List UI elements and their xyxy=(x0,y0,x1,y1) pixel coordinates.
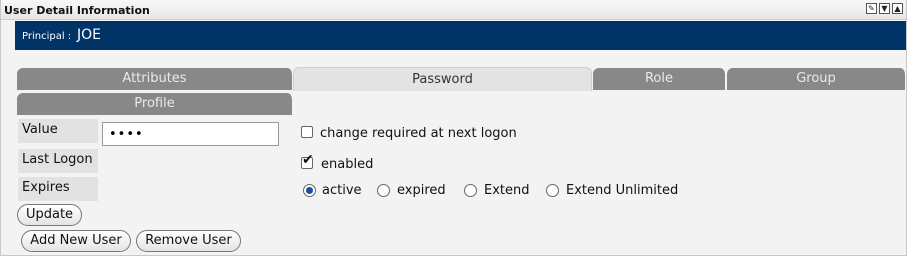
expires-label: Expires xyxy=(18,177,98,201)
update-button[interactable]: Update xyxy=(17,204,82,226)
radio-expired[interactable] xyxy=(377,184,390,197)
tab-group[interactable]: Group xyxy=(727,68,906,90)
password-value-input[interactable] xyxy=(102,122,279,146)
principal-value: JOE xyxy=(77,27,101,43)
radio-extend[interactable] xyxy=(464,184,477,197)
remove-user-button[interactable]: Remove User xyxy=(136,230,241,252)
value-label: Value xyxy=(18,119,98,143)
maximize-icon[interactable]: ▲ xyxy=(892,3,903,14)
radio-active[interactable] xyxy=(303,184,316,197)
user-detail-panel: User Detail Information ✎ ▼ ▲ Principal … xyxy=(0,0,907,256)
add-new-user-button[interactable]: Add New User xyxy=(21,230,131,252)
radio-expired-label: expired xyxy=(397,183,446,198)
change-required-checkbox[interactable] xyxy=(301,126,313,138)
edit-icon[interactable]: ✎ xyxy=(866,3,877,14)
tab-attributes[interactable]: Attributes xyxy=(17,68,293,90)
radio-active-label: active xyxy=(322,183,362,198)
minimize-icon[interactable]: ▼ xyxy=(879,3,890,14)
last-logon-label: Last Logon xyxy=(18,149,98,173)
tab-password[interactable]: Password xyxy=(293,67,592,91)
enabled-checkbox[interactable]: ✔ xyxy=(301,152,314,169)
checkmark-icon: ✔ xyxy=(302,152,314,168)
tab-role[interactable]: Role xyxy=(593,68,726,90)
radio-extend-label: Extend xyxy=(484,183,530,198)
enabled-label: enabled xyxy=(321,157,374,172)
tab-profile[interactable]: Profile xyxy=(17,93,293,115)
radio-extend-unlimited[interactable] xyxy=(546,184,559,197)
principal-label: Principal : xyxy=(22,31,72,42)
panel-title: User Detail Information xyxy=(4,4,150,17)
change-required-label: change required at next logon xyxy=(320,126,517,141)
principal-header: Principal : JOE xyxy=(15,21,906,50)
radio-extend-unlimited-label: Extend Unlimited xyxy=(566,183,679,198)
panel-titlebar: User Detail Information ✎ ▼ ▲ xyxy=(1,0,906,20)
